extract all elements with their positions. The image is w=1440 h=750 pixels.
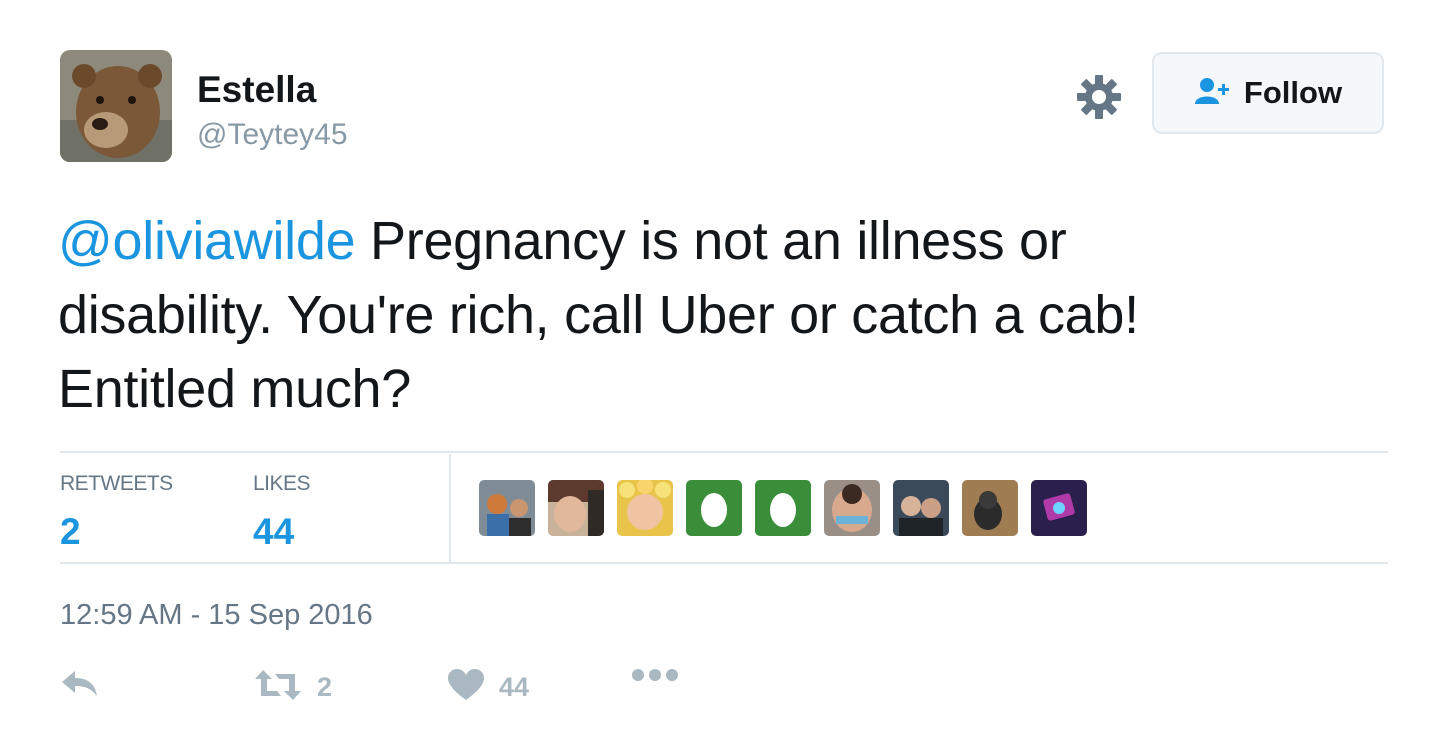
more-dots-icon	[631, 668, 679, 687]
likes-label: LIKES	[253, 472, 311, 495]
reply-button[interactable]	[60, 668, 100, 703]
likes-value: 44	[253, 511, 295, 552]
user-fullname[interactable]: Estella	[197, 68, 348, 112]
retweets-value: 2	[60, 511, 81, 552]
retweet-icon	[253, 668, 303, 707]
user-names: Estella @Teytey45	[197, 68, 348, 154]
follow-label: Follow	[1243, 75, 1343, 110]
user-avatar[interactable]	[60, 50, 172, 162]
like-button[interactable]: 44	[447, 668, 529, 707]
liker-avatar[interactable]	[548, 480, 604, 536]
default-egg-avatar[interactable]	[686, 480, 742, 536]
tweet-line-2: disability. You're rich, call Uber or ca…	[58, 285, 1139, 345]
user-handle[interactable]: @Teytey45	[197, 116, 348, 154]
stats-bottom-divider	[60, 562, 1388, 564]
reply-icon	[60, 668, 100, 703]
follow-button[interactable]: Follow	[1152, 52, 1384, 134]
liker-avatar[interactable]	[824, 480, 880, 536]
heart-icon	[447, 668, 485, 707]
retweet-count: 2	[317, 672, 333, 702]
liker-avatar[interactable]	[962, 480, 1018, 536]
stats-vertical-divider	[449, 454, 451, 564]
likes-stat[interactable]: LIKES 44	[253, 472, 311, 554]
add-user-icon	[1194, 76, 1234, 111]
stats-top-divider	[60, 451, 1388, 453]
gear-icon[interactable]	[1076, 74, 1122, 120]
retweets-stat[interactable]: RETWEETS 2	[60, 472, 173, 554]
tweet-line-3: Entitled much?	[58, 359, 411, 419]
tweet-line-1: @oliviawilde Pregnancy is not an illness…	[58, 204, 1388, 278]
liker-avatar[interactable]	[893, 480, 949, 536]
tweet-timestamp[interactable]: 12:59 AM - 15 Sep 2016	[60, 598, 373, 632]
retweet-button[interactable]: 2	[253, 668, 332, 707]
tweet-line-1-rest: Pregnancy is not an illness or	[355, 211, 1067, 271]
liker-avatar[interactable]	[617, 480, 673, 536]
default-egg-avatar[interactable]	[755, 480, 811, 536]
likers-avatars	[479, 480, 1087, 536]
tweet-card: Estella @Teytey45 Follow @oliviawilde Pr…	[0, 0, 1440, 750]
liker-avatar[interactable]	[1031, 480, 1087, 536]
tweet-text: @oliviawilde Pregnancy is not an illness…	[58, 204, 1388, 426]
liker-avatar[interactable]	[479, 480, 535, 536]
like-count: 44	[499, 672, 530, 702]
retweets-label: RETWEETS	[60, 472, 173, 495]
mention-link[interactable]: @oliviawilde	[58, 211, 356, 271]
more-button[interactable]	[631, 668, 679, 687]
